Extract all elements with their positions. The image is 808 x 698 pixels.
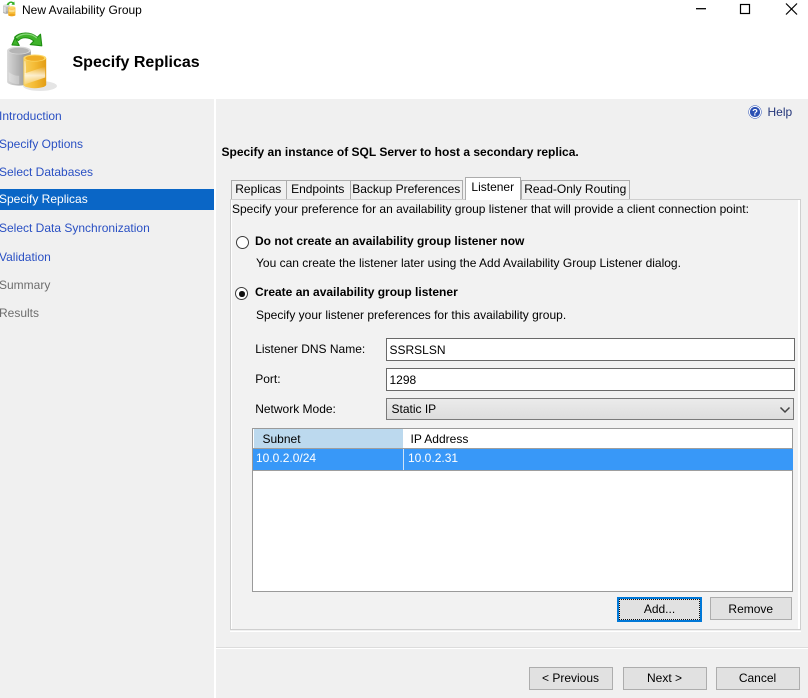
svg-text:?: ? <box>752 107 758 118</box>
